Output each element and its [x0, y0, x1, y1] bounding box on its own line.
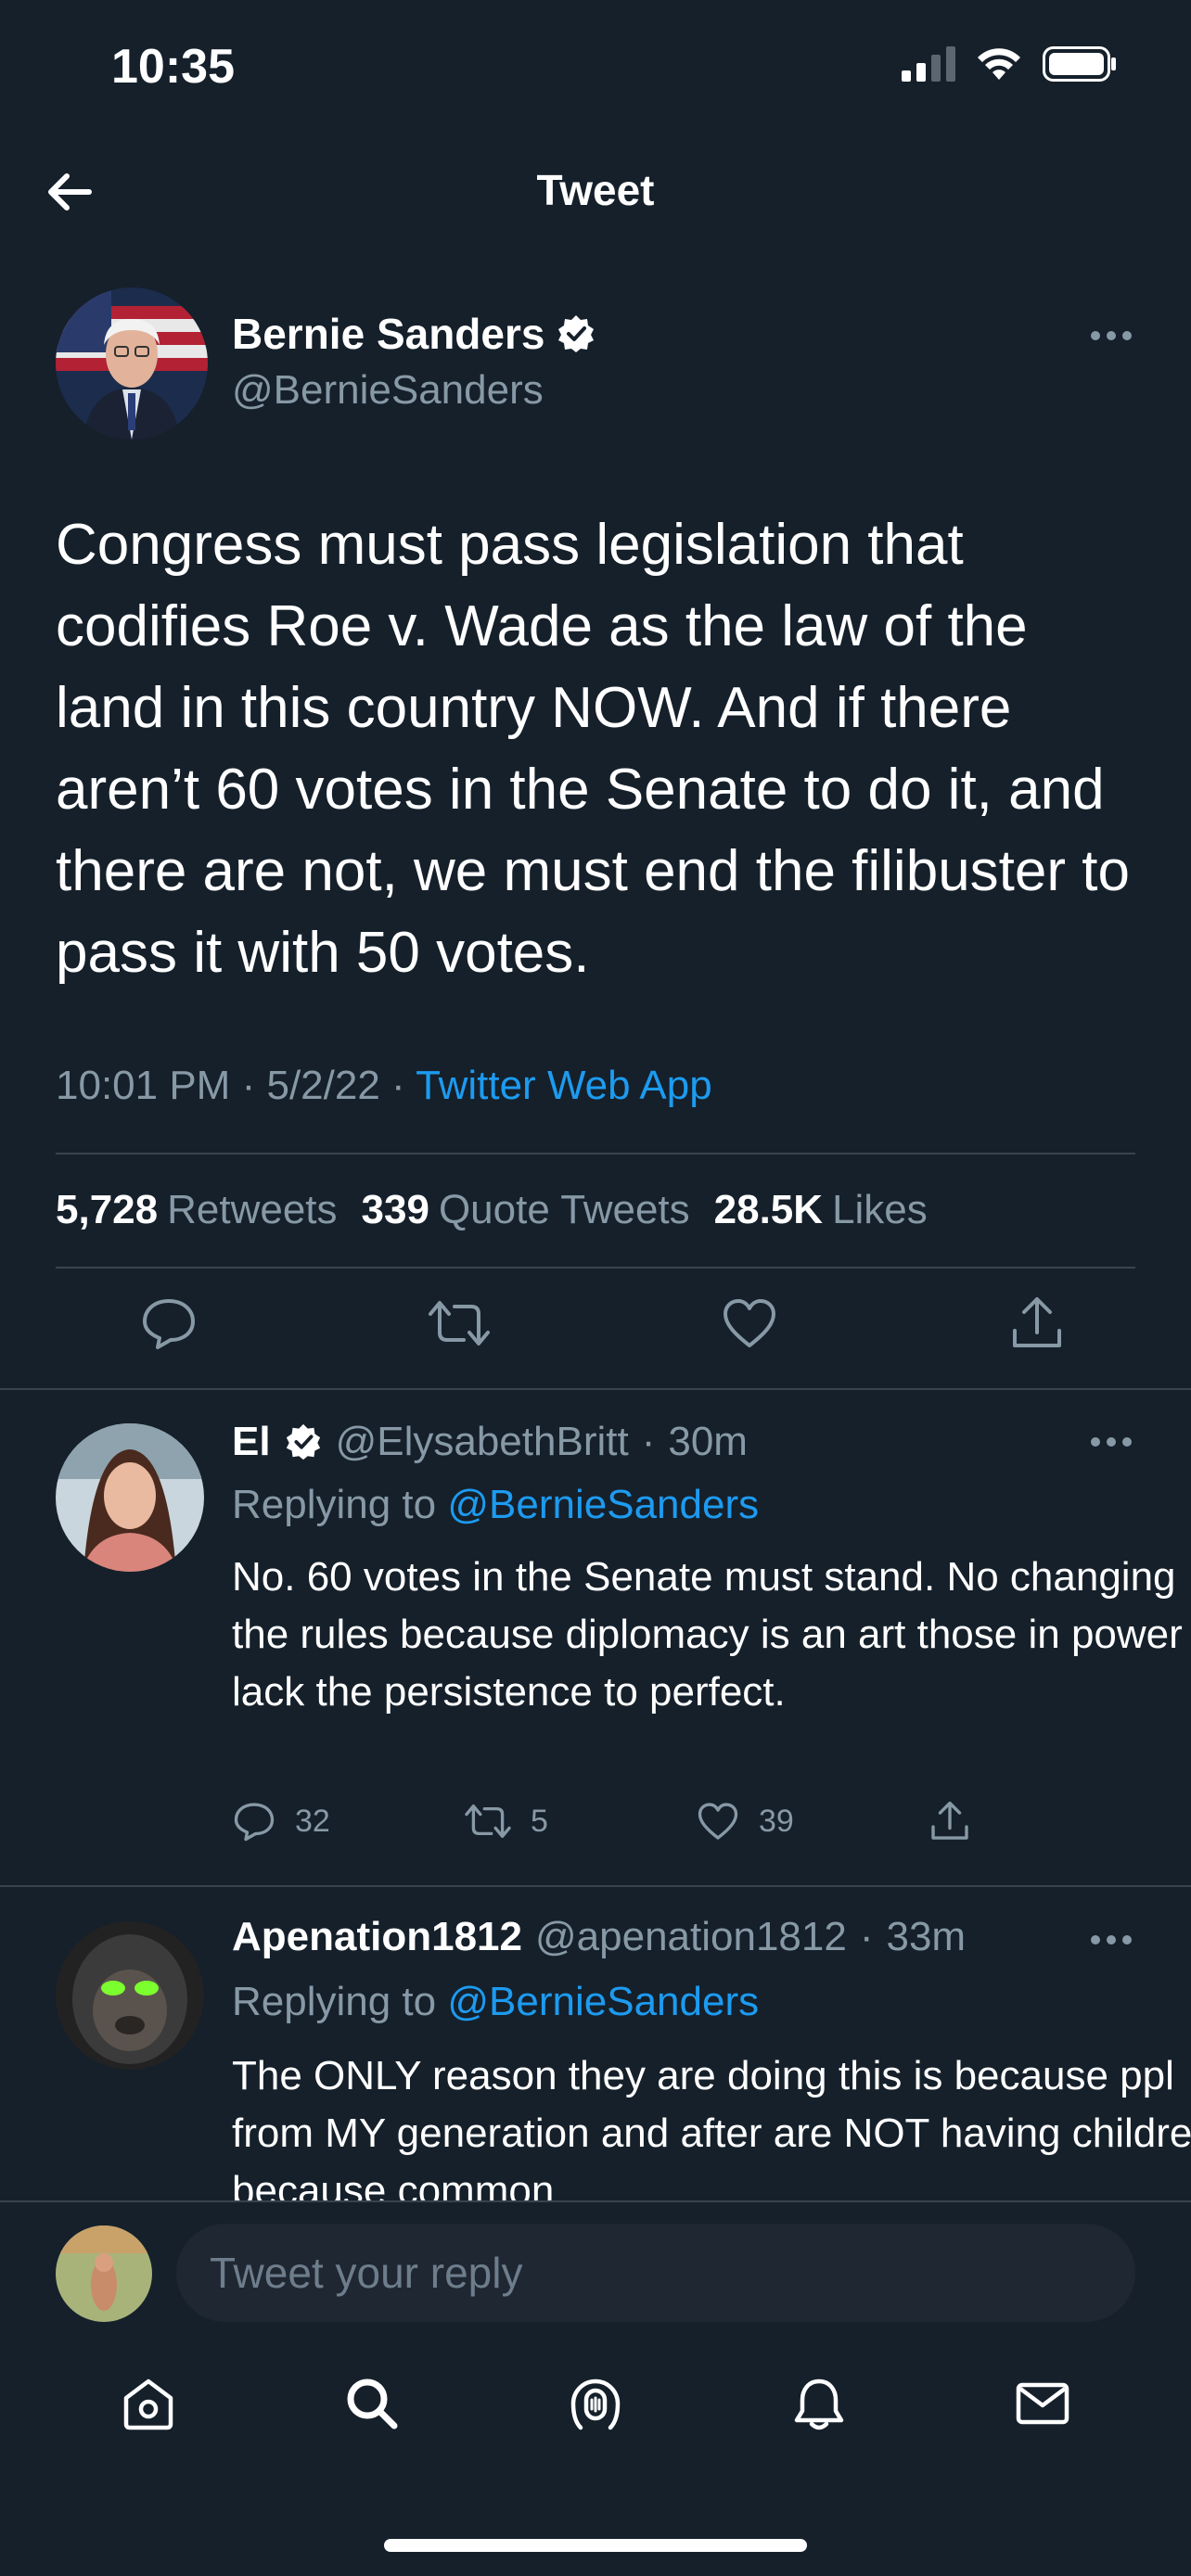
reply-author-handle[interactable]: @ElysabethBritt	[336, 1419, 629, 1465]
spaces-icon[interactable]	[566, 2374, 625, 2433]
home-indicator[interactable]	[384, 2539, 807, 2552]
bernie-avatar-image	[56, 287, 208, 440]
reply-retweet-action[interactable]: 5	[464, 1799, 696, 1843]
battery-icon	[1043, 46, 1116, 82]
quotes-count: 339	[361, 1187, 429, 1232]
reply-author-handle[interactable]: @apenation1812	[535, 1914, 847, 1960]
reply-share-action[interactable]	[928, 1799, 1159, 1843]
reply-count: 32	[295, 1803, 330, 1839]
notifications-bell-icon[interactable]	[789, 2374, 849, 2433]
reply-icon	[234, 1803, 275, 1842]
status-icons	[902, 46, 1117, 82]
divider	[56, 1267, 1135, 1269]
like-icon	[698, 1803, 738, 1840]
tweet-meta: 10:01 PM · 5/2/22 · Twitter Web App	[56, 1063, 712, 1108]
el-avatar-image	[56, 1423, 204, 1572]
tweet-date: 5/2/22	[266, 1063, 380, 1108]
retweets-label: Retweets	[167, 1187, 338, 1232]
reply-time: 33m	[886, 1914, 967, 1959]
retweet-icon	[465, 1804, 511, 1839]
reply-time: 30m	[668, 1419, 748, 1464]
search-icon[interactable]	[342, 2374, 402, 2433]
replying-label: Replying to	[232, 1979, 437, 2024]
reply-header: El @ElysabethBritt · 30m	[232, 1419, 748, 1465]
reply-author-name[interactable]: El	[232, 1419, 271, 1465]
author-name-text: Bernie Sanders	[232, 310, 545, 358]
status-time: 10:35	[111, 40, 235, 94]
likes-count: 28.5K	[713, 1187, 824, 1232]
tab-bar	[0, 2374, 1191, 2433]
like-count: 39	[759, 1803, 794, 1839]
user-avatar[interactable]	[56, 2225, 152, 2322]
likes-stat[interactable]: 28.5K Likes	[714, 1187, 928, 1233]
tweet-text: Congress must pass legislation that codi…	[56, 513, 1130, 985]
avatar[interactable]	[56, 287, 208, 440]
signal-icon	[902, 46, 955, 82]
tweet-time: 10:01 PM	[56, 1063, 231, 1108]
replying-to-link[interactable]: @BernieSanders	[447, 1979, 759, 2024]
avatar[interactable]	[56, 1423, 204, 1572]
messages-envelope-icon[interactable]	[1013, 2374, 1072, 2433]
share-icon[interactable]	[1007, 1294, 1067, 1353]
wifi-icon	[978, 48, 1020, 80]
tweet-source-link[interactable]: Twitter Web App	[416, 1063, 712, 1108]
tweet-stats: 5,728 Retweets 339 Quote Tweets 28.5K Likes	[56, 1187, 928, 1233]
retweet-icon[interactable]	[427, 1294, 492, 1353]
divider	[0, 1388, 1191, 1390]
reply-text: No. 60 votes in the Senate must stand. N…	[232, 1554, 1183, 1715]
reply-actions: 32 5 39	[232, 1799, 1159, 1843]
reply-text: The ONLY reason they are doing this is b…	[232, 2053, 1191, 2200]
divider	[56, 1153, 1135, 1154]
page-title: Tweet	[536, 166, 655, 214]
user-avatar-image	[56, 2225, 152, 2322]
reply-input[interactable]: Tweet your reply	[176, 2224, 1135, 2322]
replying-to: Replying to @BernieSanders	[232, 1482, 759, 1528]
share-icon	[931, 1801, 968, 1840]
reply-like-action[interactable]: 39	[696, 1799, 928, 1843]
replying-to-link[interactable]: @BernieSanders	[447, 1482, 759, 1527]
quotes-label: Quote Tweets	[438, 1187, 690, 1232]
divider	[0, 1885, 1191, 1887]
reply-reply-action[interactable]: 32	[232, 1799, 464, 1843]
verified-badge-icon	[558, 315, 595, 352]
avatar[interactable]	[56, 1921, 204, 2070]
retweets-count: 5,728	[56, 1187, 159, 1232]
tweet-actions	[139, 1294, 1067, 1353]
author-name[interactable]: Bernie Sanders	[232, 309, 596, 359]
reply-author-name[interactable]: Apenation1812	[232, 1914, 522, 1960]
retweets-stat[interactable]: 5,728 Retweets	[56, 1187, 338, 1233]
quote-tweets-stat[interactable]: 339 Quote Tweets	[362, 1187, 690, 1233]
more-options-icon[interactable]	[1091, 331, 1132, 342]
reply-icon[interactable]	[139, 1294, 198, 1353]
likes-label: Likes	[832, 1187, 928, 1232]
retweet-count: 5	[531, 1803, 548, 1839]
more-options-icon[interactable]	[1091, 1935, 1132, 1946]
ape-avatar-image	[56, 1921, 204, 2070]
reply-header: Apenation1812 @apenation1812 · 33m	[232, 1914, 967, 1960]
replying-to: Replying to @BernieSanders	[232, 1979, 759, 2025]
more-options-icon[interactable]	[1091, 1437, 1132, 1448]
verified-badge-icon	[286, 1423, 320, 1460]
replying-label: Replying to	[232, 1482, 437, 1527]
like-icon[interactable]	[720, 1294, 779, 1353]
author-handle[interactable]: @BernieSanders	[232, 367, 544, 414]
home-icon[interactable]	[119, 2374, 178, 2433]
